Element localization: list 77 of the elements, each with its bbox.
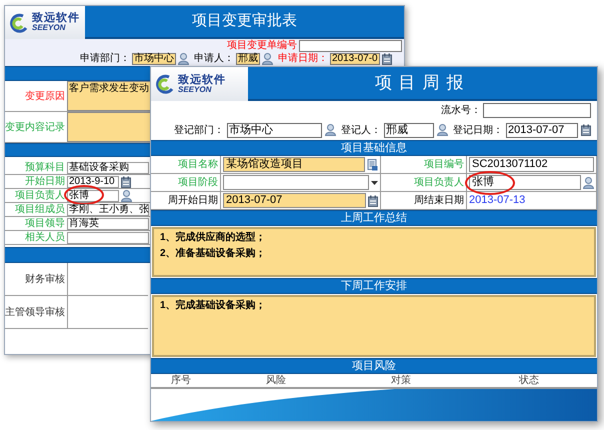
text-area[interactable]: 1、完成基础设备采购； — [152, 295, 596, 357]
calendar-icon[interactable] — [382, 53, 392, 65]
column-header: 对策 — [390, 376, 412, 386]
input-field[interactable] — [67, 232, 149, 244]
input-field[interactable]: 2013-9-10 — [67, 176, 119, 188]
input-field[interactable]: 2013-07-07 — [223, 193, 366, 208]
field-label: 申请日期： — [278, 54, 328, 64]
field-label: 项目编号 — [381, 156, 467, 174]
input-field[interactable]: 李刚、王小勇、张 — [67, 204, 149, 216]
input-field[interactable]: 市场中心 — [132, 53, 176, 65]
section-title: 上周工作总结 — [341, 212, 407, 224]
input-field[interactable]: 张博 — [67, 190, 119, 202]
field-label: 项目负责人 — [381, 174, 467, 192]
input-field[interactable] — [483, 103, 591, 118]
field-label: 变更内容记录 — [5, 120, 66, 134]
field-label: 流水号： — [441, 104, 481, 118]
person-icon[interactable] — [583, 176, 594, 188]
logo-icon — [155, 74, 175, 94]
section-title: 下周工作安排 — [341, 280, 407, 292]
field-label: 项目组成员 — [14, 204, 66, 214]
person-icon[interactable] — [325, 124, 336, 136]
field-label: 变更原因 — [24, 90, 66, 104]
calendar-icon[interactable] — [121, 176, 131, 188]
input-field[interactable]: 2013-07-0 — [330, 53, 380, 65]
field-label: 预算科目 — [24, 162, 66, 172]
input-field[interactable]: 市场中心 — [227, 122, 322, 138]
input-field[interactable]: 邢威 — [384, 122, 434, 138]
input-field[interactable] — [299, 40, 402, 52]
note-line: 1、完成供应商的选型； — [160, 232, 267, 244]
form-title: 项目周报 — [374, 72, 470, 94]
field-label: 相关人员 — [24, 232, 66, 242]
field-label: 开始日期 — [24, 176, 66, 186]
caret-icon[interactable] — [371, 180, 378, 184]
calendar-icon[interactable] — [368, 194, 378, 206]
text-area[interactable] — [67, 112, 151, 142]
column-header: 序号 — [170, 376, 192, 386]
dropdown-field[interactable] — [223, 175, 369, 190]
logo-text: 致远软件 — [178, 74, 226, 86]
person-icon[interactable] — [121, 190, 132, 202]
input-field[interactable]: 基础设备采购 — [67, 162, 149, 174]
note-line: 2、准备基础设备采购； — [160, 248, 267, 260]
field-label: 登记人： — [341, 124, 381, 138]
logo-brand: SEEYON — [32, 24, 66, 32]
input-field[interactable]: 肖海英 — [67, 218, 149, 230]
input-field[interactable]: 张博 — [469, 175, 581, 190]
section-title: 项目风险 — [352, 360, 396, 372]
input-field[interactable]: SC2013071102 — [469, 157, 594, 172]
section-title: 项目基础信息 — [341, 142, 407, 154]
document-icon[interactable] — [367, 158, 378, 170]
form-title: 项目变更审批表 — [192, 11, 297, 32]
field-label: 登记部门： — [174, 124, 224, 138]
field-label: 项目阶段 — [151, 174, 221, 192]
field-label: 项目名称 — [151, 156, 221, 174]
field-label: 申请部门： — [80, 54, 130, 64]
field-value: 2013-07-13 — [469, 193, 526, 208]
column-header: 状态 — [518, 376, 540, 386]
person-icon[interactable] — [262, 53, 273, 65]
text-area[interactable]: 客户需求发生变动 — [67, 81, 151, 111]
logo-text: 致远软件 — [32, 13, 80, 24]
note-line: 1、完成基础设备采购； — [160, 300, 267, 312]
input-field[interactable]: 2013-07-07 — [506, 122, 578, 138]
field-label: 项目负责人 — [14, 190, 66, 200]
text-area[interactable]: 1、完成供应商的选型； 2、准备基础设备采购； — [152, 227, 596, 277]
field-label: 主管领导审核 — [5, 306, 66, 320]
person-icon[interactable] — [178, 53, 189, 65]
input-field[interactable]: 某场馆改造项目 — [223, 157, 365, 172]
field-label: 申请人： — [194, 54, 234, 64]
field-label: 财务审核 — [24, 272, 66, 286]
column-header: 风险 — [265, 376, 287, 386]
calendar-icon[interactable] — [581, 124, 591, 136]
field-label: 项目领导 — [24, 218, 66, 228]
logo-icon — [9, 12, 29, 32]
field-label: 登记日期： — [453, 124, 503, 138]
person-icon[interactable] — [437, 124, 448, 136]
input-field[interactable]: 邢威 — [236, 53, 260, 65]
field-label: 项目变更单编号 — [227, 40, 297, 50]
logo-brand: SEEYON — [178, 86, 212, 94]
